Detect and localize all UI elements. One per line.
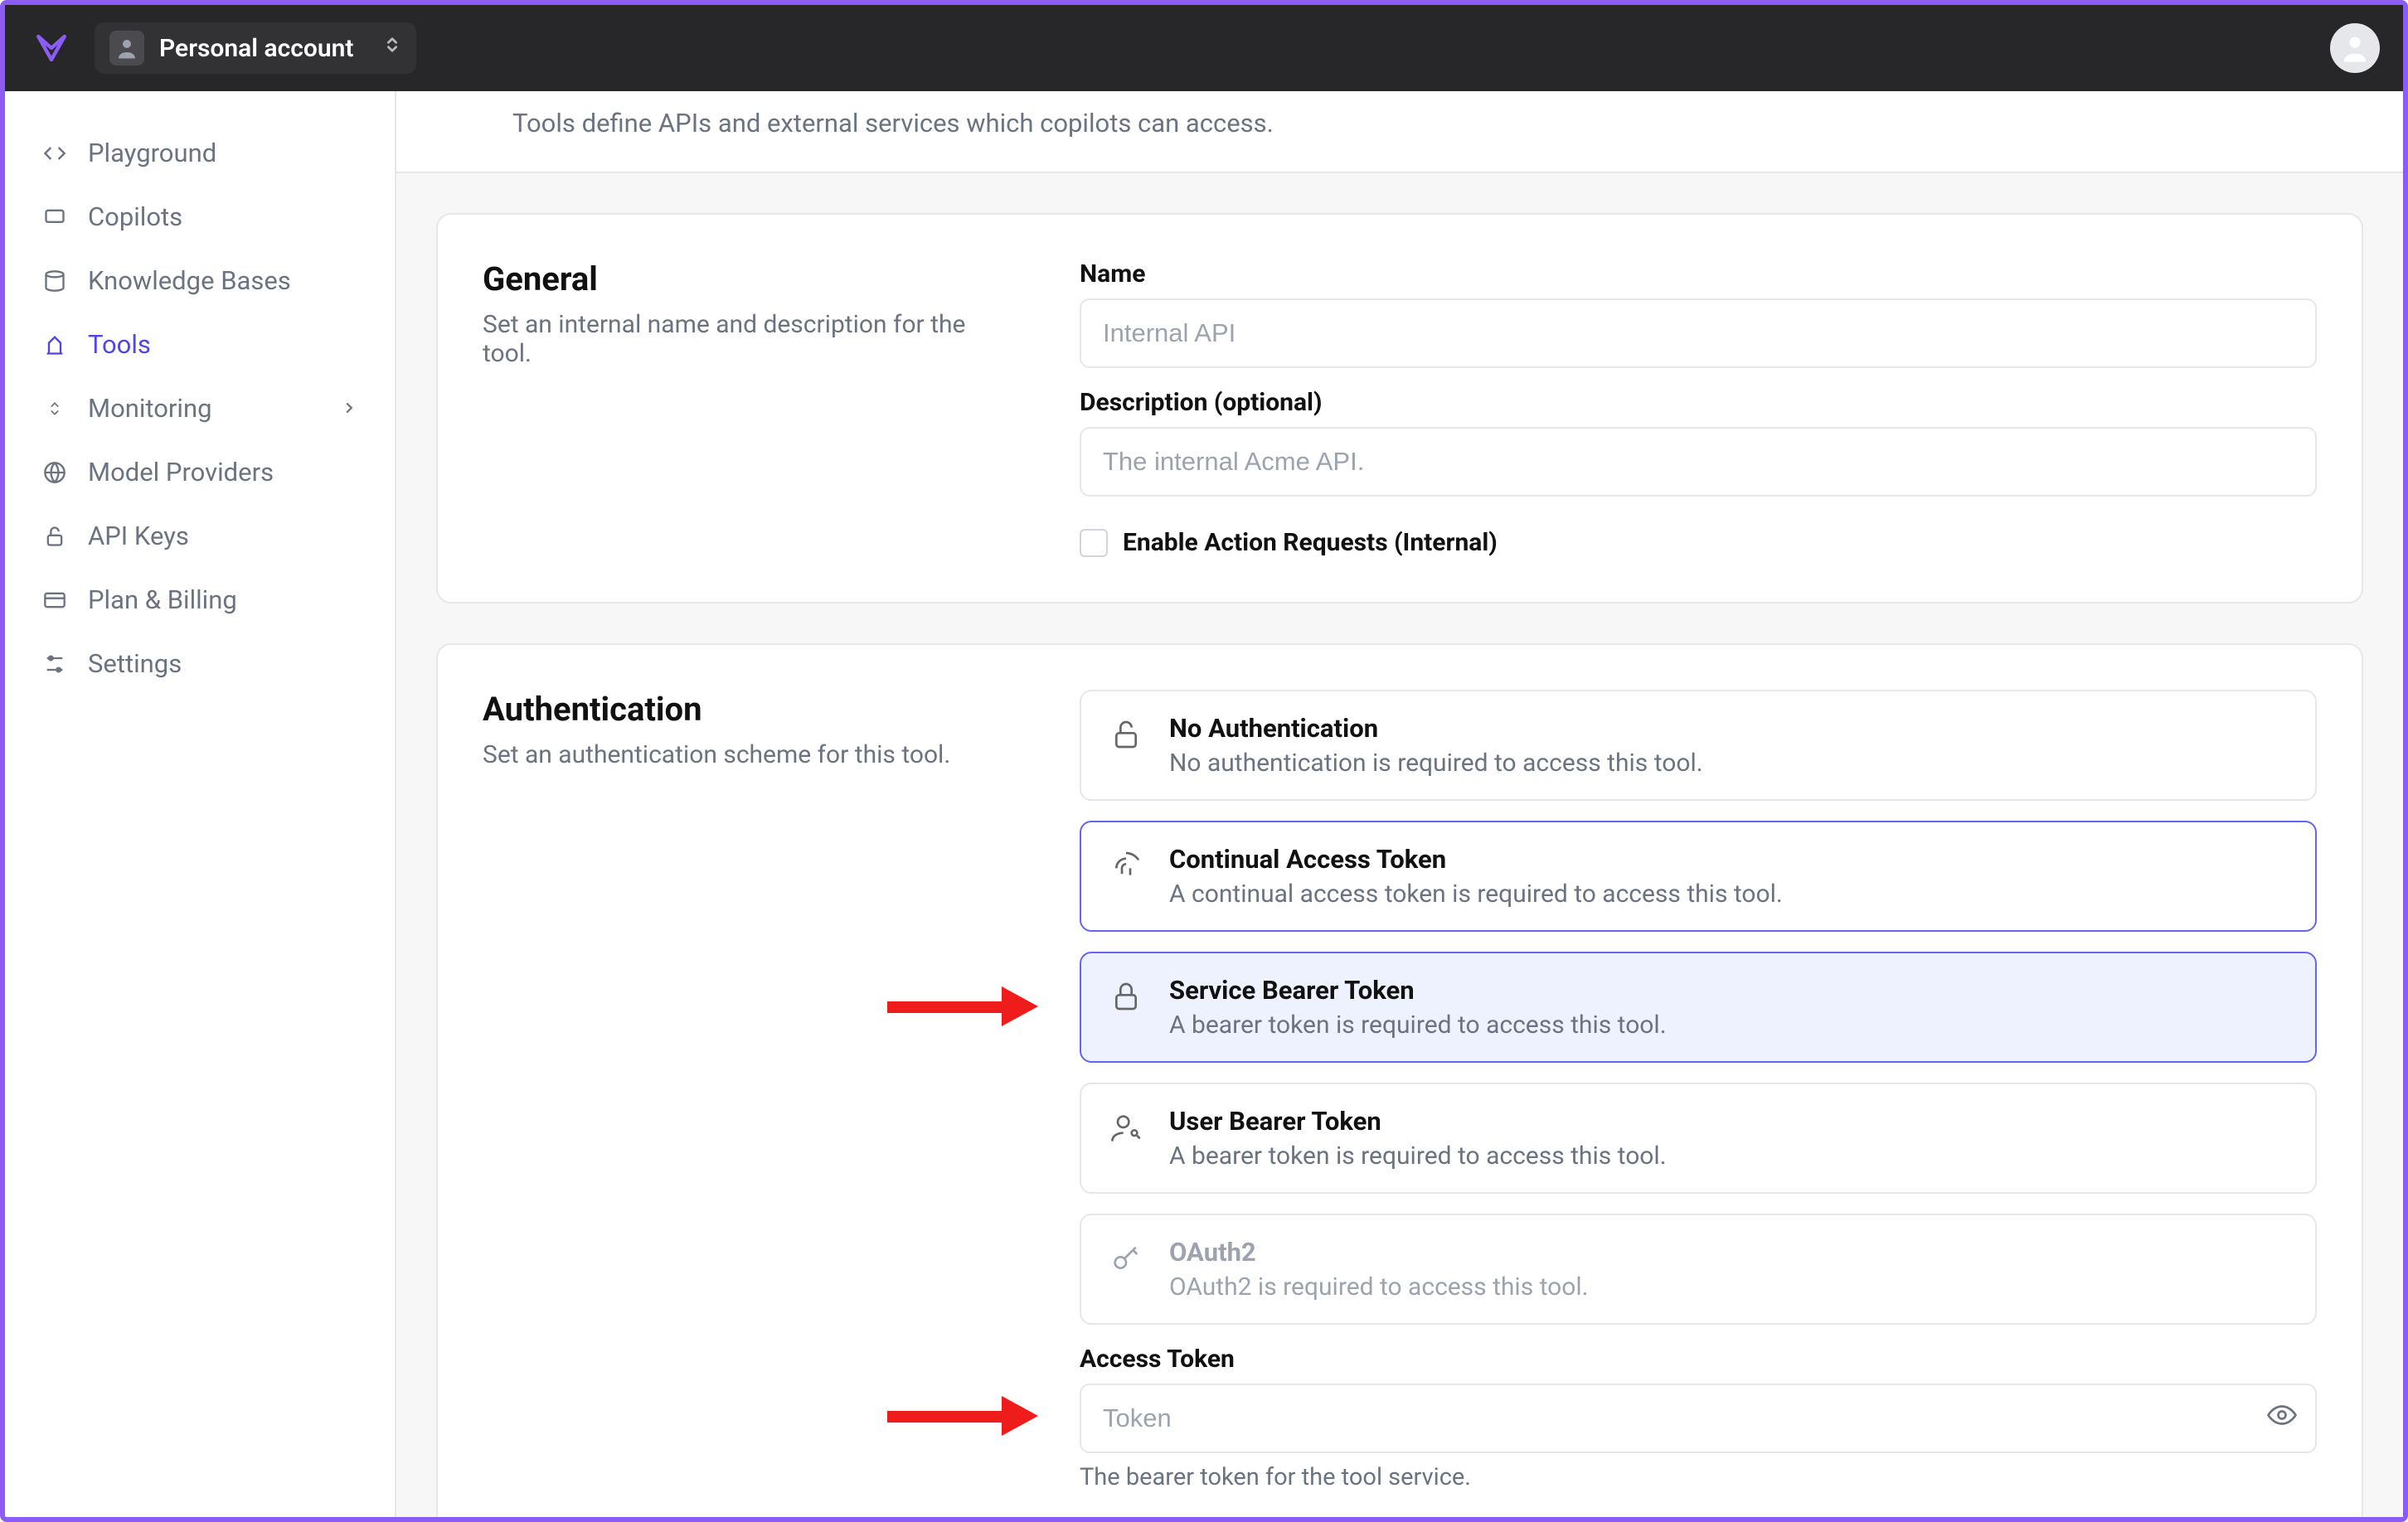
tools-icon: [41, 333, 68, 356]
sidebar-item-label: Settings: [88, 648, 182, 679]
sidebar-item-copilots[interactable]: Copilots: [25, 185, 375, 249]
profile-avatar[interactable]: [2330, 23, 2380, 73]
access-token-hint: The bearer token for the tool service.: [1080, 1463, 2317, 1491]
fingerprint-icon: [1106, 846, 1146, 885]
app-logo[interactable]: [28, 31, 75, 65]
content-area: Tools define APIs and external services …: [396, 91, 2403, 1517]
auth-option-service-bearer-token[interactable]: Service Bearer Token A bearer token is r…: [1080, 952, 2317, 1063]
section-heading: General: [483, 259, 1013, 298]
monitoring-icon: [41, 397, 68, 420]
name-label: Name: [1080, 259, 2317, 288]
topbar: Personal account: [5, 5, 2403, 91]
key-icon: [41, 525, 68, 548]
section-subheading: Set an internal name and description for…: [483, 310, 1013, 368]
enable-action-requests-checkbox[interactable]: [1080, 529, 1108, 557]
sidebar-item-label: Tools: [88, 329, 151, 360]
auth-option-desc: A bearer token is required to access thi…: [1169, 1011, 1667, 1040]
sidebar-item-api-keys[interactable]: API Keys: [25, 504, 375, 568]
card-icon: [41, 589, 68, 612]
sliders-icon: [41, 652, 68, 676]
sidebar-item-label: Playground: [88, 138, 216, 168]
section-heading: Authentication: [483, 690, 1013, 729]
access-token-input[interactable]: [1080, 1384, 2317, 1453]
enable-action-requests-label: Enable Action Requests (Internal): [1123, 528, 1498, 557]
auth-option-title: No Authentication: [1169, 713, 1703, 744]
auth-option-oauth2[interactable]: OAuth2 OAuth2 is required to access this…: [1080, 1214, 2317, 1325]
sidebar-item-settings[interactable]: Settings: [25, 632, 375, 696]
sidebar-item-label: Monitoring: [88, 393, 212, 424]
auth-option-desc: A bearer token is required to access thi…: [1169, 1142, 1667, 1171]
auth-option-desc: A continual access token is required to …: [1169, 880, 1783, 909]
chat-icon: [41, 206, 68, 229]
auth-option-title: User Bearer Token: [1169, 1106, 1667, 1137]
auth-option-user-bearer-token[interactable]: User Bearer Token A bearer token is requ…: [1080, 1083, 2317, 1194]
sidebar-item-label: Model Providers: [88, 457, 274, 487]
page-intro: Tools define APIs and external services …: [396, 91, 2403, 173]
account-name: Personal account: [159, 34, 353, 63]
unlock-icon: [1106, 715, 1146, 754]
auth-option-title: Continual Access Token: [1169, 844, 1783, 875]
auth-option-no-authentication[interactable]: No Authentication No authentication is r…: [1080, 690, 2317, 801]
auth-option-desc: No authentication is required to access …: [1169, 749, 1703, 778]
description-label: Description (optional): [1080, 388, 2317, 417]
card-authentication: Authentication Set an authentication sch…: [436, 643, 2363, 1517]
card-general: General Set an internal name and descrip…: [436, 213, 2363, 603]
sidebar-item-model-providers[interactable]: Model Providers: [25, 440, 375, 504]
auth-option-continual-access-token[interactable]: Continual Access Token A continual acces…: [1080, 821, 2317, 932]
auth-option-title: OAuth2: [1169, 1237, 1589, 1268]
section-subheading: Set an authentication scheme for this to…: [483, 740, 1013, 769]
description-input[interactable]: [1080, 427, 2317, 497]
account-switcher[interactable]: Personal account: [95, 22, 416, 74]
name-input[interactable]: [1080, 298, 2317, 368]
auth-option-desc: OAuth2 is required to access this tool.: [1169, 1272, 1589, 1301]
sidebar-item-label: Knowledge Bases: [88, 265, 291, 296]
sidebar-item-tools[interactable]: Tools: [25, 313, 375, 376]
oauth-key-icon: [1106, 1238, 1146, 1278]
sidebar-item-label: API Keys: [88, 521, 189, 551]
sidebar: Playground Copilots Knowledge Bases Tool…: [5, 91, 396, 1517]
access-token-label: Access Token: [1080, 1345, 2317, 1374]
sidebar-item-monitoring[interactable]: Monitoring: [25, 376, 375, 440]
sidebar-item-plan-billing[interactable]: Plan & Billing: [25, 568, 375, 632]
sidebar-item-knowledge-bases[interactable]: Knowledge Bases: [25, 249, 375, 313]
auth-option-title: Service Bearer Token: [1169, 975, 1667, 1006]
sidebar-item-playground[interactable]: Playground: [25, 121, 375, 185]
code-icon: [41, 142, 68, 165]
lock-icon: [1106, 977, 1146, 1016]
sidebar-item-label: Copilots: [88, 201, 182, 232]
account-avatar-icon: [109, 31, 144, 65]
sidebar-item-label: Plan & Billing: [88, 584, 237, 615]
chevron-right-icon: [340, 393, 358, 424]
up-down-icon: [383, 33, 401, 63]
database-icon: [41, 269, 68, 293]
user-key-icon: [1106, 1108, 1146, 1147]
globe-icon: [41, 461, 68, 484]
toggle-visibility-icon[interactable]: [2267, 1400, 2297, 1437]
